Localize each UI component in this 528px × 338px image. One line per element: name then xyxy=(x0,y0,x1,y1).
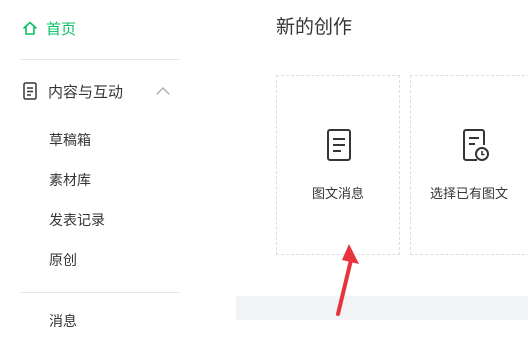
sidebar-divider xyxy=(20,292,180,293)
select-existing-article-label: 选择已有图文 xyxy=(429,187,508,202)
sidebar-item-original[interactable]: 原创 xyxy=(49,251,77,271)
new-article-tile[interactable]: 图文消息 xyxy=(276,75,400,255)
sidebar-item-home-label: 首页 xyxy=(46,19,77,38)
sidebar-section-content[interactable]: 内容与互动 xyxy=(22,78,182,104)
sidebar-section-label: 内容与互动 xyxy=(48,82,124,101)
sidebar-item-home[interactable]: 首页 xyxy=(22,14,76,42)
red-arrow-annotation xyxy=(336,244,359,316)
article-history-icon xyxy=(461,128,489,162)
page-title: 新的创作 xyxy=(276,16,353,38)
home-icon xyxy=(22,20,38,36)
article-icon xyxy=(325,128,353,162)
document-icon xyxy=(22,82,38,100)
sidebar-item-messages[interactable]: 消息 xyxy=(49,312,77,332)
new-article-label: 图文消息 xyxy=(311,187,364,202)
sidebar-item-materials[interactable]: 素材库 xyxy=(49,171,91,191)
chevron-up-icon[interactable] xyxy=(155,83,171,99)
sidebar-item-publish-records[interactable]: 发表记录 xyxy=(49,211,105,231)
select-existing-article-tile[interactable]: 选择已有图文 xyxy=(410,75,528,255)
sidebar: 首页 内容与互动 草稿箱 素材库 发表记录 原创 消息 xyxy=(0,0,236,338)
sidebar-divider xyxy=(20,59,180,60)
content-panel-bottom xyxy=(236,320,528,338)
sidebar-item-drafts[interactable]: 草稿箱 xyxy=(49,131,91,151)
